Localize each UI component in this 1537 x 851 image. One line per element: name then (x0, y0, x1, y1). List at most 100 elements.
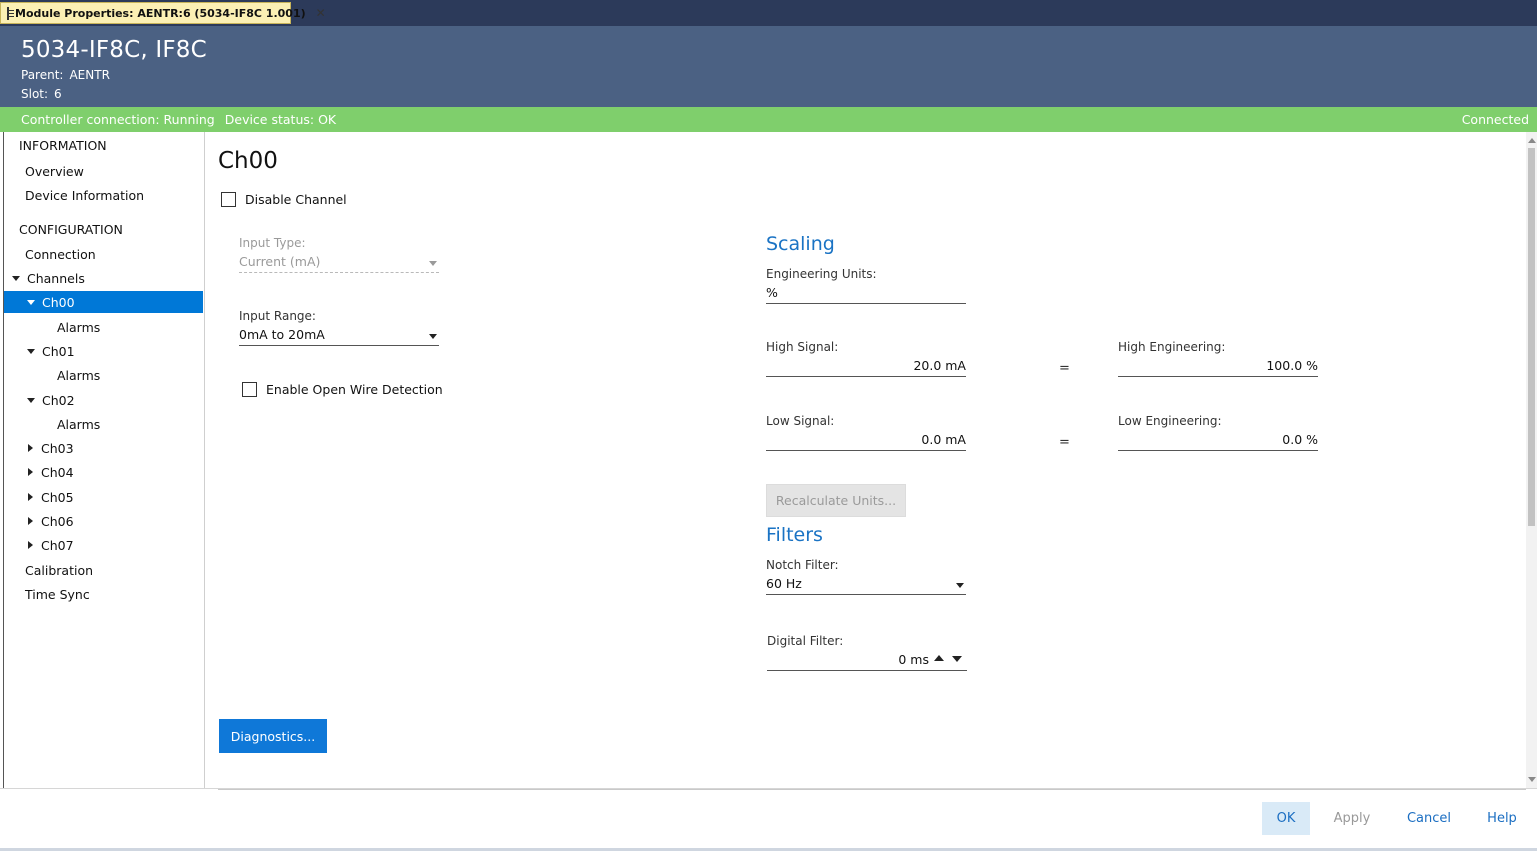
collapse-icon[interactable] (27, 299, 35, 305)
spin-up-icon[interactable] (934, 655, 944, 661)
nav-ch05-label: Ch05 (41, 489, 74, 505)
nav-channels-label: Channels (27, 270, 85, 286)
expand-icon[interactable] (28, 493, 33, 501)
notch-filter-value: 60 Hz (766, 576, 802, 591)
low-engineering-label: Low Engineering: (1118, 414, 1222, 428)
module-header: 5034-IF8C, IF8C Parent: AENTR Slot: 6 (0, 26, 1537, 107)
document-tab-strip: Module Properties: AENTR:6 (5034-IF8C 1.… (0, 0, 1537, 26)
parent-row: Parent: AENTR (21, 66, 1537, 85)
nav-connection[interactable]: Connection (25, 243, 96, 265)
nav-ch01[interactable]: Ch01 (27, 340, 75, 362)
chevron-down-icon[interactable] (429, 334, 437, 339)
apply-button: Apply (1333, 811, 1371, 826)
close-icon[interactable]: ✕ (316, 6, 326, 20)
digital-filter-stepper[interactable]: 0 ms (767, 651, 967, 671)
slot-row: Slot: 6 (21, 85, 1537, 104)
nav-ch00-alarms[interactable]: Alarms (57, 316, 100, 338)
recalculate-units-button: Recalculate Units... (766, 484, 906, 517)
nav-ch01-label: Ch01 (42, 343, 75, 359)
dialog-footer: OK Apply Cancel Help (0, 788, 1537, 851)
nav-device-information[interactable]: Device Information (25, 184, 144, 206)
parent-value: AENTR (69, 68, 110, 82)
chevron-down-icon[interactable] (956, 583, 964, 588)
expand-icon[interactable] (28, 541, 33, 549)
scroll-up-icon[interactable] (1528, 138, 1536, 143)
nav-ch01-alarms[interactable]: Alarms (57, 364, 100, 386)
nav-ch00-label: Ch00 (42, 294, 75, 310)
document-icon (7, 6, 14, 20)
digital-filter-value: 0 ms (898, 652, 929, 667)
section-configuration: CONFIGURATION (19, 222, 123, 237)
expand-icon[interactable] (28, 468, 33, 476)
nav-ch07-label: Ch07 (41, 537, 74, 553)
page-title: Ch00 (218, 148, 278, 174)
input-type-value: Current (mA) (239, 254, 321, 269)
nav-calibration[interactable]: Calibration (25, 559, 93, 581)
disable-channel-label: Disable Channel (245, 192, 347, 207)
connection-status: Connected (1461, 112, 1529, 127)
nav-ch04-label: Ch04 (41, 464, 74, 480)
nav-ch07[interactable]: Ch07 (28, 534, 74, 556)
nav-ch02-label: Ch02 (42, 392, 75, 408)
channel-config-panel: Ch00 Disable Channel Input Type: Current… (206, 132, 1526, 788)
collapse-icon[interactable] (27, 348, 35, 354)
collapse-icon[interactable] (12, 275, 20, 281)
diagnostics-button[interactable]: Diagnostics... (219, 719, 327, 753)
help-button[interactable]: Help (1480, 802, 1524, 835)
low-signal-label: Low Signal: (766, 414, 835, 428)
digital-filter-label: Digital Filter: (767, 634, 844, 648)
nav-time-sync[interactable]: Time Sync (25, 583, 90, 605)
high-engineering-field[interactable]: 100.0 % (1118, 357, 1318, 377)
parent-label: Parent: (21, 68, 64, 82)
cancel-button[interactable]: Cancel (1403, 802, 1455, 835)
input-range-select[interactable]: 0mA to 20mA (239, 326, 439, 346)
scroll-down-icon[interactable] (1528, 777, 1536, 782)
equals-sign: = (1059, 435, 1070, 450)
open-wire-label: Enable Open Wire Detection (266, 382, 443, 397)
tab-label: Module Properties: AENTR:6 (5034-IF8C 1.… (15, 6, 306, 20)
notch-filter-select[interactable]: 60 Hz (766, 575, 966, 595)
engineering-units-label: Engineering Units: (766, 267, 877, 281)
checkbox-box[interactable] (242, 382, 257, 397)
nav-ch03[interactable]: Ch03 (28, 437, 74, 459)
device-status: Device status: OK (224, 112, 337, 127)
nav-ch06[interactable]: Ch06 (28, 510, 74, 532)
slot-label: Slot: (21, 87, 49, 101)
nav-ch02[interactable]: Ch02 (27, 389, 75, 411)
nav-overview[interactable]: Overview (25, 160, 84, 182)
nav-ch04[interactable]: Ch04 (28, 461, 74, 483)
nav-ch00[interactable]: Ch00 (4, 291, 203, 313)
module-properties-tab[interactable]: Module Properties: AENTR:6 (5034-IF8C 1.… (0, 2, 326, 24)
nav-ch03-label: Ch03 (41, 440, 74, 456)
scaling-heading: Scaling (766, 233, 835, 255)
scrollbar-thumb[interactable] (1528, 148, 1535, 526)
notch-filter-label: Notch Filter: (766, 558, 839, 572)
nav-ch05[interactable]: Ch05 (28, 486, 74, 508)
slot-value: 6 (54, 87, 62, 101)
spin-down-icon[interactable] (952, 656, 962, 662)
collapse-icon[interactable] (27, 397, 35, 403)
nav-channels[interactable]: Channels (12, 267, 85, 289)
input-range-label: Input Range: (239, 309, 316, 323)
high-signal-label: High Signal: (766, 340, 839, 354)
expand-icon[interactable] (28, 444, 33, 452)
input-type-label: Input Type: (239, 236, 306, 250)
module-title: 5034-IF8C, IF8C (21, 37, 207, 63)
nav-ch02-alarms[interactable]: Alarms (57, 413, 100, 435)
disable-channel-checkbox[interactable]: Disable Channel (221, 192, 347, 207)
section-information: INFORMATION (19, 138, 107, 153)
checkbox-box[interactable] (221, 192, 236, 207)
expand-icon[interactable] (28, 517, 33, 525)
engineering-units-field[interactable]: % (766, 284, 966, 304)
high-engineering-label: High Engineering: (1118, 340, 1226, 354)
high-signal-field[interactable]: 20.0 mA (766, 357, 966, 377)
ok-button[interactable]: OK (1262, 802, 1310, 835)
navigation-sidebar: INFORMATION Overview Device Information … (3, 132, 205, 788)
nav-ch06-label: Ch06 (41, 513, 74, 529)
open-wire-checkbox[interactable]: Enable Open Wire Detection (242, 382, 443, 397)
equals-sign: = (1059, 361, 1070, 376)
low-engineering-field[interactable]: 0.0 % (1118, 431, 1318, 451)
vertical-scrollbar[interactable] (1526, 132, 1537, 788)
module-meta: Parent: AENTR Slot: 6 (21, 66, 1537, 104)
low-signal-field[interactable]: 0.0 mA (766, 431, 966, 451)
